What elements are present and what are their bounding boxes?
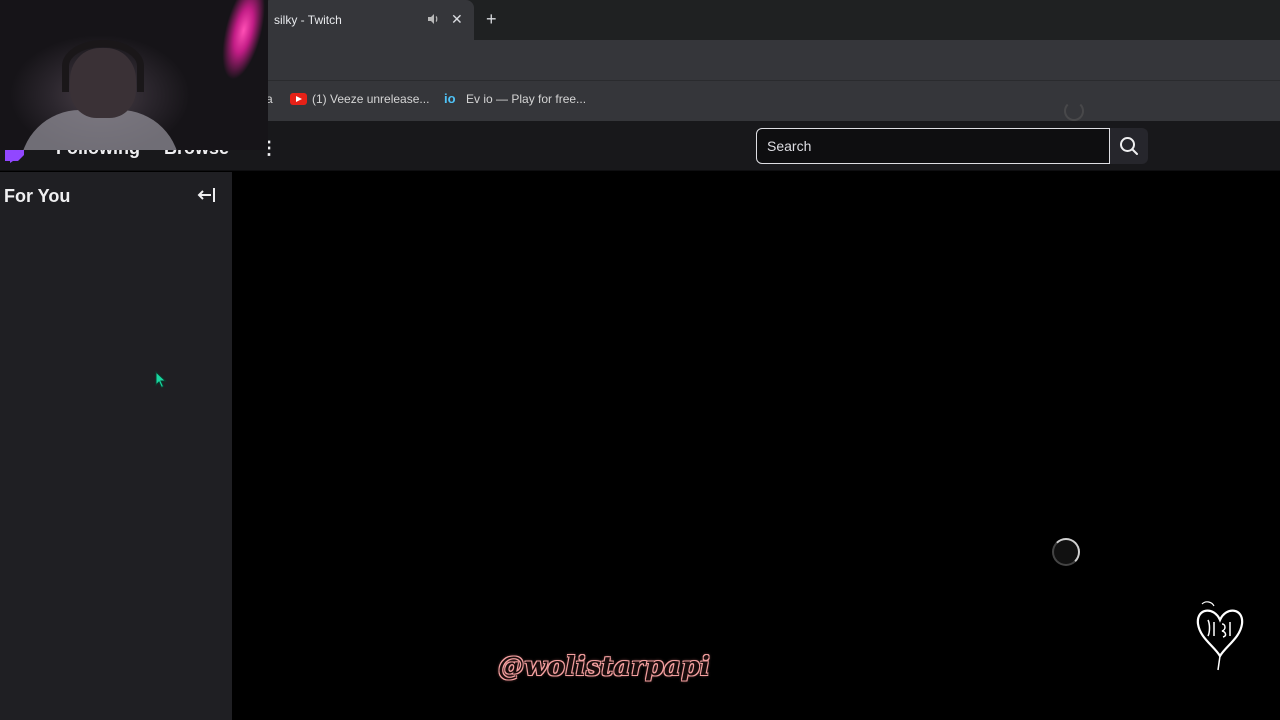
mouse-cursor-icon	[155, 371, 167, 389]
search-button[interactable]	[1110, 128, 1148, 164]
new-tab-button[interactable]: +	[486, 9, 497, 30]
loading-spinner-icon	[1064, 101, 1084, 121]
youtube-icon	[290, 93, 307, 105]
search-box	[756, 128, 1110, 164]
collapse-left-icon[interactable]	[196, 184, 218, 206]
loading-spinner-icon	[1052, 538, 1080, 566]
sidebar	[0, 172, 232, 720]
main-content	[232, 172, 1280, 720]
headphones	[62, 40, 144, 92]
heart-logo-icon	[1196, 601, 1244, 671]
sidebar-title: For You	[4, 186, 71, 206]
webcam-overlay	[0, 0, 268, 150]
search-icon	[1120, 137, 1138, 155]
tab-close-icon[interactable]: ✕	[451, 11, 463, 28]
bookmark-evio[interactable]: Ev io — Play for free...	[466, 92, 586, 106]
rgb-light	[192, 0, 268, 107]
tab-title: silky - Twitch	[274, 13, 342, 27]
io-icon: io	[444, 91, 456, 106]
search-input[interactable]	[767, 138, 1099, 154]
speaker-icon[interactable]	[426, 12, 440, 26]
streamer-watermark: @wolistarpapi	[498, 652, 711, 682]
bookmark-youtube[interactable]: (1) Veeze unrelease...	[312, 92, 429, 106]
